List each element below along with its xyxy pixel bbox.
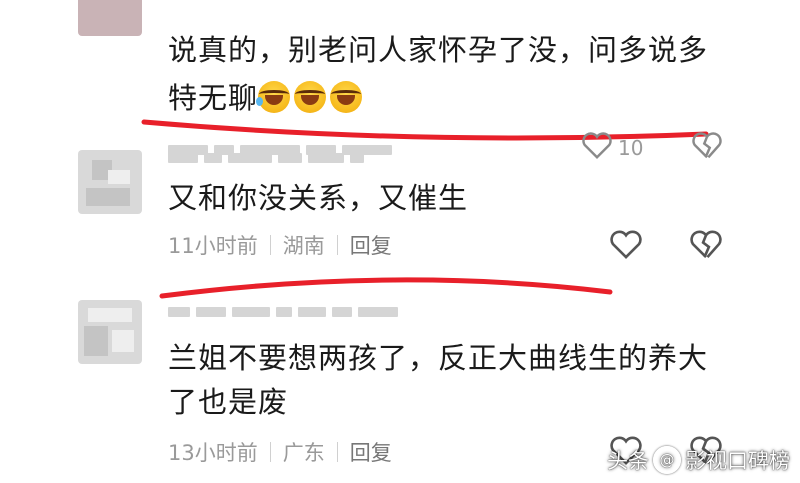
blurred-username [168, 152, 364, 164]
comment-location: 湖南 [282, 234, 325, 258]
laughing-crying-emoji-icon [256, 81, 291, 113]
comment-location: 广东 [282, 441, 325, 465]
watermark: 头条 @ 影视口碑榜 [607, 445, 790, 475]
divider [269, 235, 271, 255]
red-underline-annotation [159, 277, 613, 299]
broken-heart-icon[interactable] [690, 130, 724, 160]
divider [336, 442, 338, 462]
heart-outline-icon[interactable] [608, 228, 644, 260]
divider [336, 235, 338, 255]
heart-outline-icon[interactable] [580, 130, 614, 160]
comment-meta: 13小时前 广东 回复 [168, 437, 392, 467]
blurred-username [168, 306, 398, 318]
broken-heart-icon[interactable] [688, 228, 724, 260]
avatar[interactable] [78, 150, 142, 214]
reply-button[interactable]: 回复 [350, 437, 392, 467]
divider [269, 442, 271, 462]
comment-time: 13小时前 [168, 441, 258, 465]
laughing-crying-emoji-icon [330, 81, 363, 113]
reply-button[interactable]: 回复 [350, 230, 392, 260]
avatar[interactable] [78, 0, 142, 36]
watermark-brand: 头条 [607, 449, 649, 473]
comment-text-line2: 了也是废 [168, 385, 289, 419]
laughing-crying-emoji-icon [294, 81, 327, 113]
comment-time: 11小时前 [168, 234, 258, 258]
at-icon: @ [653, 446, 681, 474]
comment-text: 又和你没关系，又催生 [168, 181, 469, 215]
avatar[interactable] [78, 300, 142, 364]
comment-text-part: 特无聊 [168, 81, 259, 115]
comment-meta: 11小时前 湖南 回复 [168, 230, 392, 260]
comment-text: 说真的，别老问人家怀孕了没，问多说多 [168, 33, 709, 67]
comment-text: 兰姐不要想两孩了，反正大曲线生的养大 [168, 341, 709, 375]
like-count: 10 [618, 136, 644, 160]
watermark-author: 影视口碑榜 [685, 449, 790, 473]
